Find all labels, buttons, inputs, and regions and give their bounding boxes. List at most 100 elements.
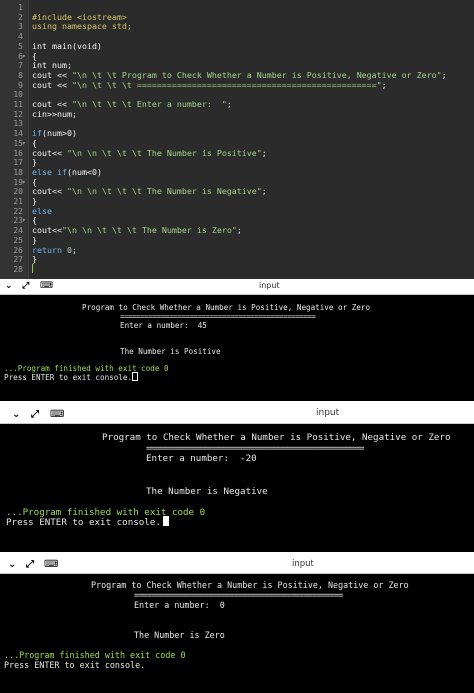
line-number: 13: [13, 119, 23, 129]
line-number: 21: [13, 197, 23, 206]
code-line[interactable]: cin>>num;: [32, 108, 77, 120]
console-panel-1[interactable]: ⌄ ⤢ ⌨ input Program to Check Whether a N…: [0, 279, 474, 401]
line-number: 2: [18, 12, 23, 22]
expand-arrows-icon[interactable]: ⤢: [26, 557, 34, 573]
code-line[interactable]: return 0;: [32, 244, 77, 256]
code-line[interactable]: int main(void): [32, 40, 102, 52]
line-number-gutter: 1 2 3 4 5 6 ▾ 7 8 9 10 11 12 13 14 15 ▾ 16 17 18 19 ▾ 20 21 22 23…: [0, 0, 29, 279]
console-cursor: [163, 516, 169, 526]
code-token: {: [32, 176, 37, 187]
code-token: }: [32, 196, 37, 206]
expand-arrows-icon[interactable]: ⤢: [22, 279, 29, 294]
output-result: The Number is Positive: [120, 347, 221, 356]
chevron-down-icon[interactable]: ⌄: [12, 406, 20, 423]
code-token: "\n \n \t \t \t The Number is Negative": [66, 186, 262, 197]
console-cursor: [132, 372, 138, 381]
line-number: 3: [18, 22, 23, 32]
code-token: "\n \n \t \t \t The Number is Positive": [66, 147, 262, 158]
output-prompt: Enter a number: 45: [120, 321, 207, 330]
code-token: cout<<: [32, 225, 62, 236]
code-token: "\n \n \t \t \t The Number is Zero": [61, 225, 237, 236]
code-token: cout<<: [32, 186, 67, 197]
line-number: 11: [13, 100, 23, 109]
console-panel-3[interactable]: ⌄ ⤢ ⌨ input Program to Check Whether a N…: [0, 557, 474, 693]
code-token: int main(void): [32, 40, 102, 51]
code-line[interactable]: cout<<"\n \n \t \t \t The Number is Zero…: [32, 225, 242, 236]
code-token: ;: [226, 99, 232, 109]
code-token: {: [32, 215, 37, 226]
line-number: 16: [13, 148, 23, 158]
code-token: "\n \t \t Program to Check Whether a Num…: [71, 69, 442, 80]
fold-toggle-icon[interactable]: ▾: [22, 139, 26, 149]
code-token: (num<0): [66, 166, 102, 177]
code-token: cout <<: [32, 99, 72, 109]
console-toolbar: ⌄ ⤢ ⌨ input: [0, 406, 474, 424]
output-heading: Program to Check Whether a Number is Pos…: [102, 432, 451, 443]
press-enter-message: Press ENTER to exit console.: [6, 517, 161, 528]
code-token: {: [32, 50, 37, 61]
code-token: }: [32, 157, 37, 168]
code-line[interactable]: using namespace std;: [32, 22, 132, 32]
code-token: }: [32, 254, 37, 265]
expand-arrows-icon[interactable]: ⤢: [31, 406, 39, 423]
code-token: ;: [261, 147, 267, 158]
code-line[interactable]: cout<< "\n \n \t \t \t The Number is Pos…: [32, 147, 267, 159]
output-prompt: Enter a number: 0: [134, 600, 225, 610]
line-number: 10: [13, 90, 23, 100]
code-token: "\n \t \t \t Enter a number: ": [71, 99, 227, 109]
code-token: using namespace std;: [32, 21, 132, 32]
output-result: The Number is Negative: [146, 486, 268, 497]
code-editor[interactable]: 1 2 3 4 5 6 ▾ 7 8 9 10 11 12 13 14 15 ▾ 16 17 18 19 ▾ 20 21 22 23…: [0, 0, 474, 279]
line-number: 4: [18, 32, 23, 42]
exit-code-message: ...Program finished with exit code 0: [4, 650, 186, 660]
code-line[interactable]: cout<< "\n \n \t \t \t The Number is Neg…: [32, 186, 267, 197]
line-number: 18: [13, 167, 23, 177]
code-token: {: [32, 137, 37, 148]
code-line[interactable]: if(num>0): [32, 128, 77, 139]
fold-toggle-icon[interactable]: ▾: [22, 216, 26, 226]
line-number: 5: [18, 41, 23, 51]
line-number: 23: [13, 216, 23, 226]
line-number: 22: [13, 206, 23, 216]
line-number: 14: [13, 129, 23, 139]
input-tab-label[interactable]: input: [316, 408, 339, 418]
text-caret: [32, 264, 33, 273]
line-number: 25: [13, 235, 23, 245]
input-tab-label[interactable]: input: [292, 559, 314, 569]
code-token: return: [32, 244, 67, 255]
exit-code-message: ...Program finished with exit code 0: [4, 364, 169, 373]
code-token: ;: [381, 79, 387, 90]
code-token: cout <<: [32, 79, 72, 90]
output-rule: ========================================…: [134, 590, 343, 600]
line-number: 9: [18, 80, 23, 90]
line-number: 1: [18, 3, 23, 12]
code-token: cin>>num;: [32, 108, 77, 119]
code-token: int num;: [32, 60, 72, 71]
code-line[interactable]: else if(num<0): [32, 166, 102, 178]
line-number: 15: [13, 138, 23, 148]
line-number: 6: [18, 51, 23, 61]
fold-toggle-icon[interactable]: ▾: [22, 178, 26, 188]
code-token: if: [32, 128, 42, 139]
line-number: 19: [13, 177, 23, 187]
console-panel-2[interactable]: ⌄ ⤢ ⌨ input Program to Check Whether a N…: [0, 406, 474, 552]
output-result: The Number is Zero: [134, 630, 225, 640]
keyboard-icon[interactable]: ⌨: [50, 406, 64, 423]
line-number: 28: [13, 264, 23, 274]
code-token: }: [32, 234, 37, 245]
chevron-down-icon[interactable]: ⌄: [5, 279, 13, 294]
input-tab-label[interactable]: input: [259, 281, 280, 290]
keyboard-icon[interactable]: ⌨: [44, 557, 58, 573]
press-enter-message: Press ENTER to exit console.: [4, 373, 133, 382]
fold-toggle-icon[interactable]: ▾: [22, 52, 26, 62]
keyboard-icon[interactable]: ⌨: [40, 279, 53, 294]
code-token: ;: [236, 225, 242, 236]
code-line[interactable]: cout << "\n \t \t \t ===================…: [32, 79, 387, 91]
code-token: ;: [261, 186, 267, 197]
press-enter-message: Press ENTER to exit console.: [4, 660, 146, 670]
line-number: 24: [13, 226, 23, 236]
line-number: 26: [13, 245, 23, 255]
output-heading: Program to Check Whether a Number is Pos…: [82, 303, 371, 312]
chevron-down-icon[interactable]: ⌄: [8, 557, 16, 573]
output-rule: ========================================…: [120, 312, 316, 321]
